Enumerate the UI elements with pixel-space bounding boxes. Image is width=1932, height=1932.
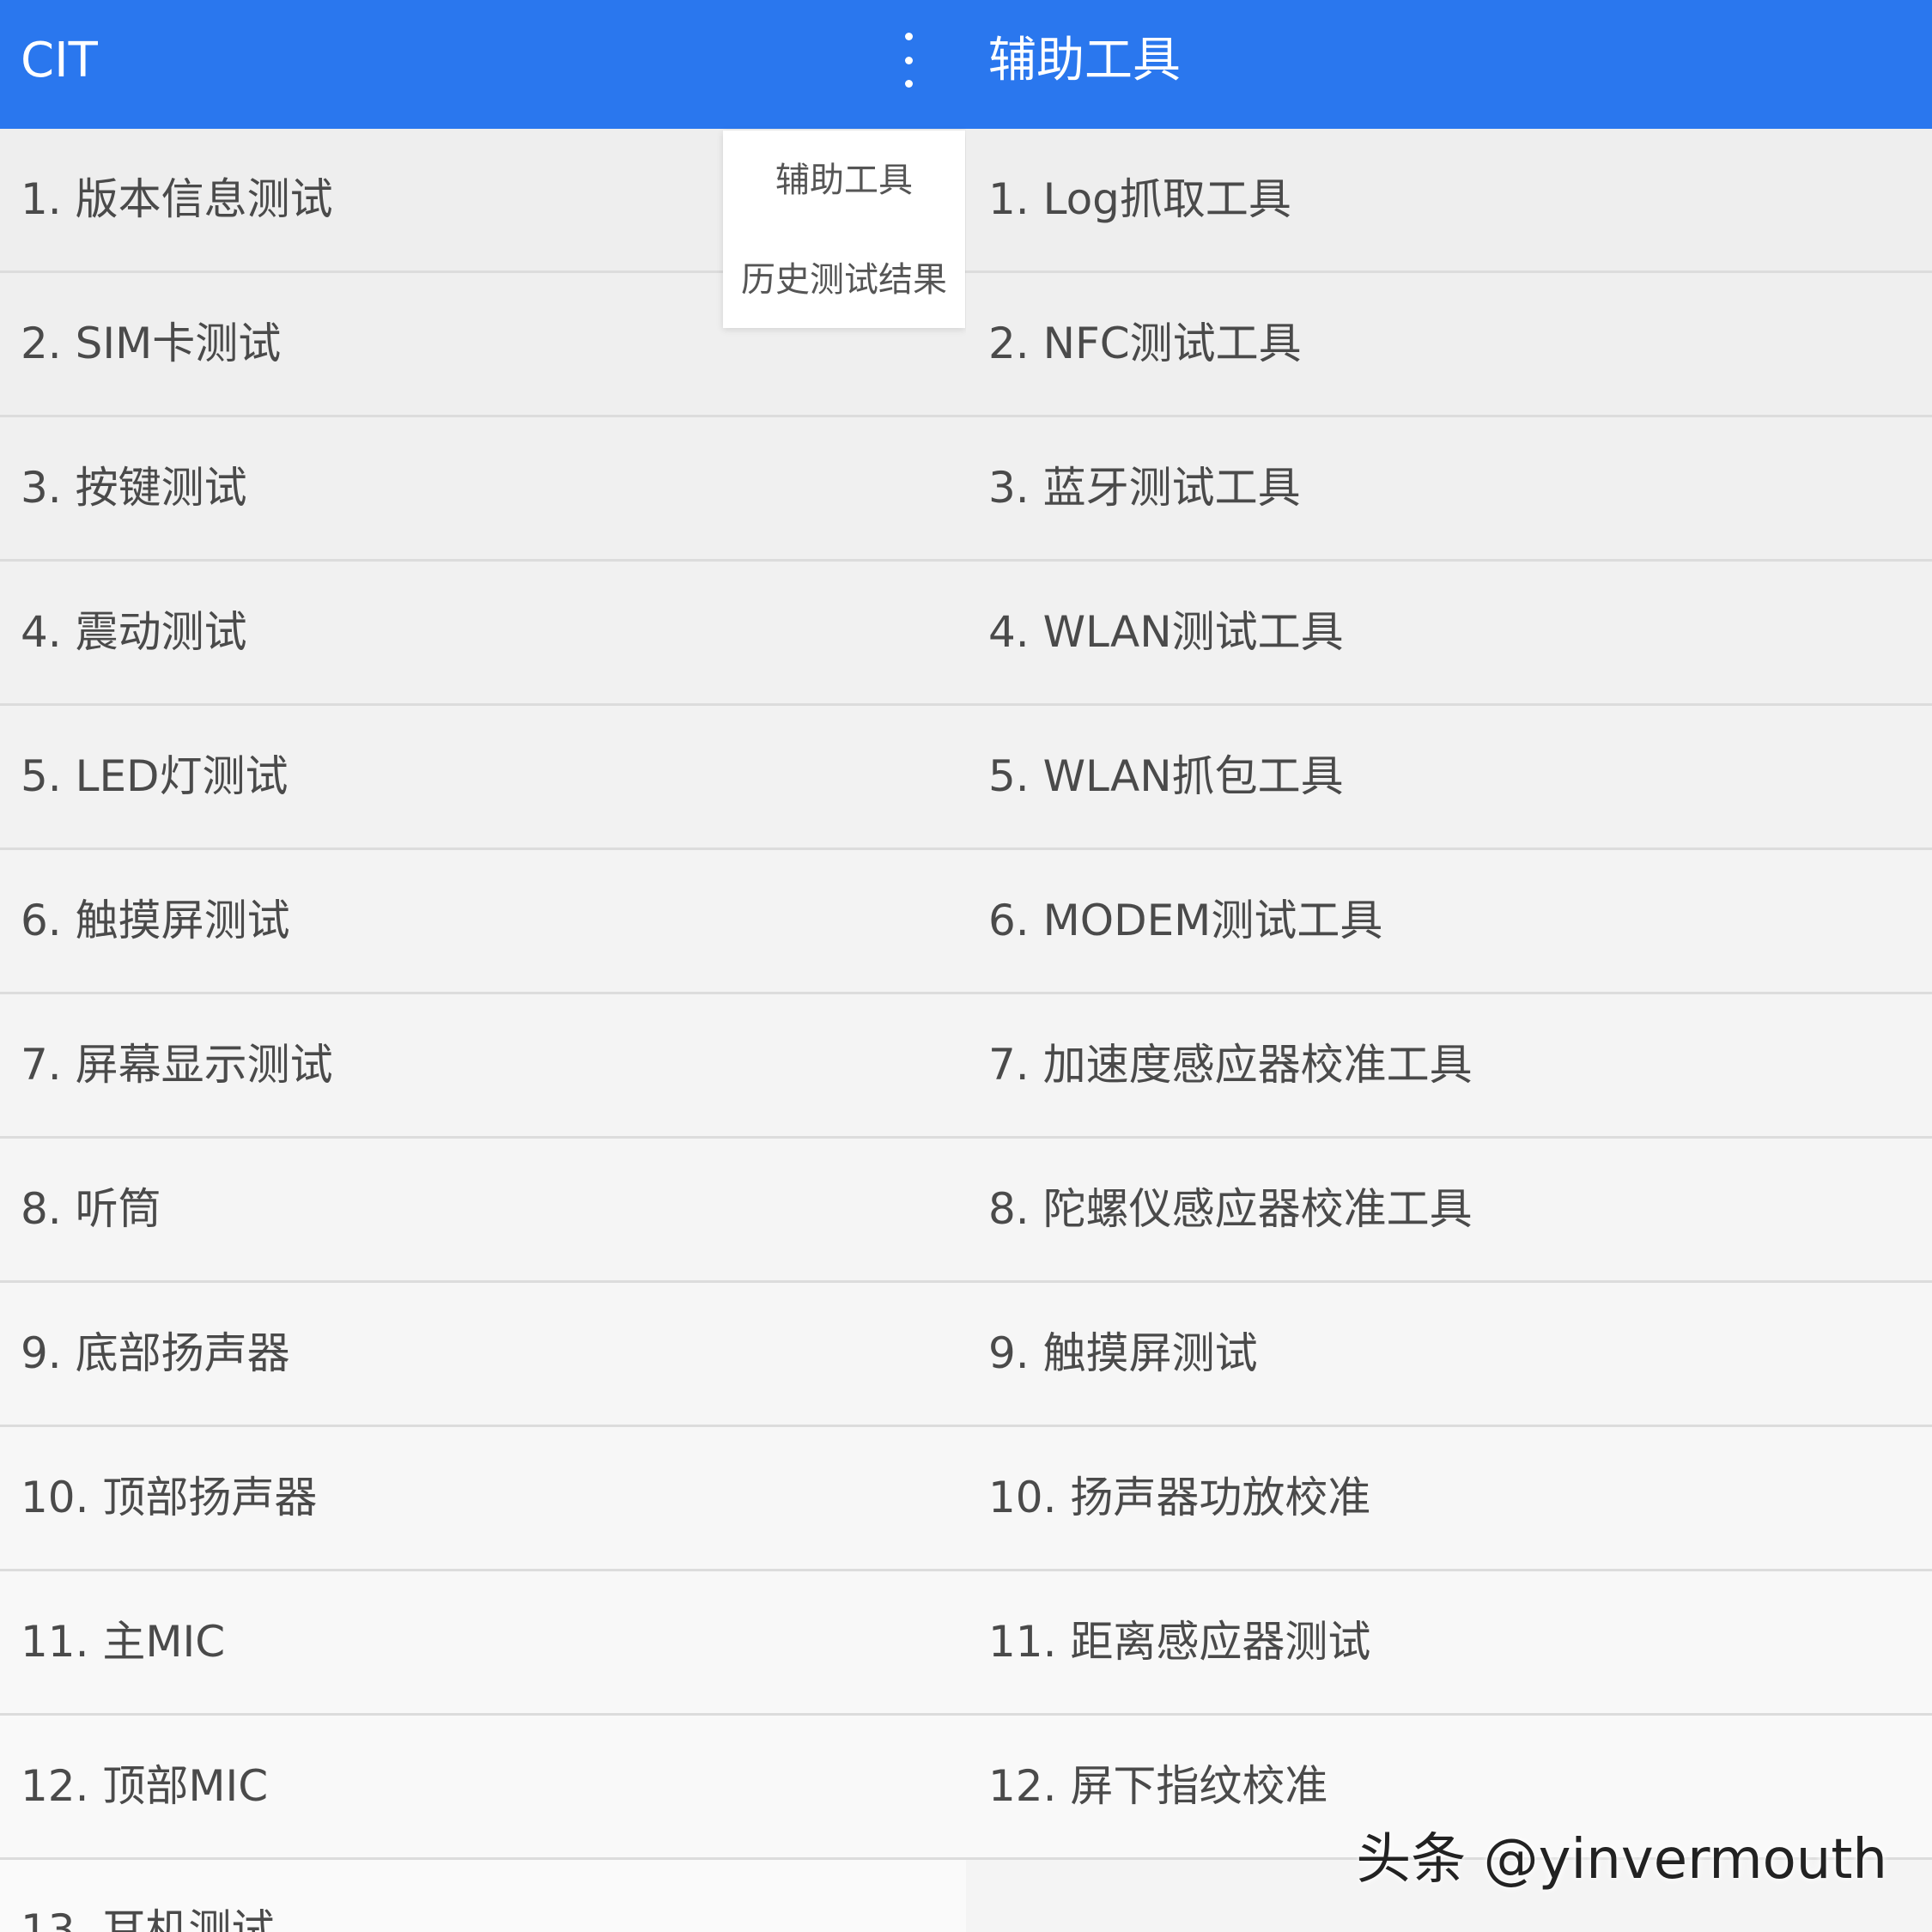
test-list: 1. 版本信息测试 2. SIM卡测试 3. 按键测试 4. 震动测试 5. L… (0, 129, 966, 1932)
list-item-label: 2. SIM卡测试 (21, 319, 282, 368)
list-item-label: 3. 按键测试 (21, 463, 247, 513)
list-item[interactable]: 4. WLAN测试工具 (966, 562, 1932, 706)
list-item-label: 11. 主MIC (21, 1617, 226, 1667)
list-item[interactable]: 8. 陀螺仪感应器校准工具 (966, 1139, 1932, 1283)
list-item[interactable]: 4. 震动测试 (0, 562, 966, 706)
list-item-label: 10. 扬声器功放校准 (988, 1473, 1371, 1522)
list-item-label: 8. 听筒 (21, 1184, 161, 1234)
assist-tools-screen: 辅助工具 1. Log抓取工具 2. NFC测试工具 3. 蓝牙测试工具 4. … (966, 0, 1932, 1932)
list-item[interactable]: 3. 蓝牙测试工具 (966, 417, 1932, 562)
list-item[interactable]: 5. LED灯测试 (0, 706, 966, 850)
list-item[interactable]: 9. 触摸屏测试 (966, 1283, 1932, 1427)
list-item-label: 1. 版本信息测试 (21, 174, 333, 224)
list-item-label: 9. 底部扬声器 (21, 1328, 290, 1378)
cit-screen: CIT 1. 版本信息测试 2. SIM卡测试 3. 按键测试 4. 震动测试 … (0, 0, 966, 1932)
app-bar: 辅助工具 (966, 0, 1932, 129)
overflow-menu: 辅助工具 历史测试结果 (723, 131, 965, 328)
list-item[interactable]: 11. 主MIC (0, 1571, 966, 1716)
list-item[interactable]: 11. 距离感应器测试 (966, 1571, 1932, 1716)
menu-item-assist-tools[interactable]: 辅助工具 (723, 156, 965, 204)
list-item[interactable]: 9. 底部扬声器 (0, 1283, 966, 1427)
list-item-label: 4. 震动测试 (21, 607, 247, 657)
list-item-label: 8. 陀螺仪感应器校准工具 (988, 1184, 1473, 1234)
list-item[interactable]: 8. 听筒 (0, 1139, 966, 1283)
watermark: 头条 @yinvermouth (1356, 1828, 1887, 1892)
more-vertical-icon[interactable] (893, 33, 924, 88)
list-item-label: 13. 耳机测试 (21, 1905, 275, 1932)
list-item[interactable]: 6. 触摸屏测试 (0, 850, 966, 994)
list-item-label: 6. 触摸屏测试 (21, 896, 290, 945)
list-item-label: 9. 触摸屏测试 (988, 1328, 1258, 1378)
list-item-label: 1. Log抓取工具 (988, 174, 1291, 224)
list-item[interactable]: 12. 顶部MIC (0, 1716, 966, 1860)
list-item-label: 4. WLAN测试工具 (988, 607, 1344, 657)
page-title: 辅助工具 (988, 33, 1181, 88)
list-item-label: 5. WLAN抓包工具 (988, 751, 1344, 801)
list-item-label: 2. NFC测试工具 (988, 319, 1302, 368)
list-item-label: 12. 顶部MIC (21, 1761, 269, 1811)
list-item[interactable]: 10. 扬声器功放校准 (966, 1427, 1932, 1571)
tools-list: 1. Log抓取工具 2. NFC测试工具 3. 蓝牙测试工具 4. WLAN测… (966, 129, 1932, 1860)
app-bar: CIT (0, 0, 966, 129)
list-item[interactable]: 1. Log抓取工具 (966, 129, 1932, 273)
list-item[interactable]: 13. 耳机测试 (0, 1860, 966, 1932)
list-item-label: 3. 蓝牙测试工具 (988, 463, 1301, 513)
menu-item-test-history[interactable]: 历史测试结果 (723, 256, 965, 304)
list-item[interactable]: 7. 加速度感应器校准工具 (966, 994, 1932, 1139)
list-item-label: 5. LED灯测试 (21, 751, 289, 801)
list-item-label: 7. 屏幕显示测试 (21, 1040, 333, 1090)
list-item-label: 7. 加速度感应器校准工具 (988, 1040, 1473, 1090)
list-item[interactable]: 6. MODEM测试工具 (966, 850, 1932, 994)
list-item-label: 10. 顶部扬声器 (21, 1473, 318, 1522)
list-item[interactable]: 7. 屏幕显示测试 (0, 994, 966, 1139)
list-item-label: 12. 屏下指纹校准 (988, 1761, 1328, 1811)
list-item[interactable]: 3. 按键测试 (0, 417, 966, 562)
page-title: CIT (21, 33, 98, 88)
list-item-label: 11. 距离感应器测试 (988, 1617, 1371, 1667)
list-item[interactable]: 5. WLAN抓包工具 (966, 706, 1932, 850)
list-item-label: 6. MODEM测试工具 (988, 896, 1383, 945)
list-item[interactable]: 10. 顶部扬声器 (0, 1427, 966, 1571)
list-item[interactable]: 2. NFC测试工具 (966, 273, 1932, 417)
